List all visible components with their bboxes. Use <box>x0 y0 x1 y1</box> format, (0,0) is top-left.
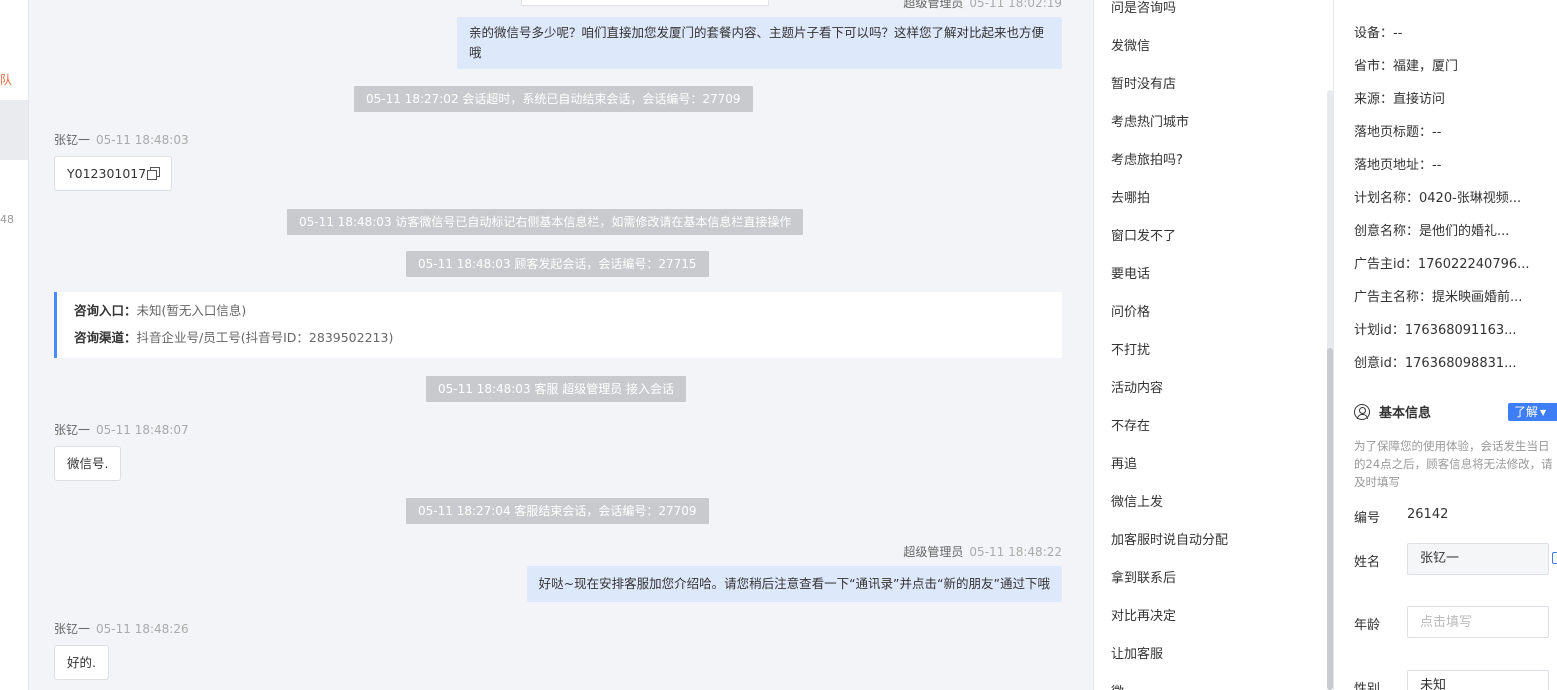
consult-info-card: 咨询入口：未知(暂无入口信息) 咨询渠道：抖音企业号/员工号(抖音号ID：283… <box>54 292 1062 358</box>
quick-reply-item[interactable]: 问价格 <box>1111 301 1150 320</box>
info-row-device: 设备：-- <box>1354 26 1403 41</box>
number-label: 编号 <box>1354 511 1381 526</box>
edit-notice: 为了保障您的使用体验，会话发生当日的24点之后，顾客信息将无法修改，请及时填写 <box>1354 439 1553 489</box>
consult-entry-label: 咨询入口： <box>74 303 137 318</box>
conversation-time-fragment: 48 <box>0 213 14 226</box>
quick-reply-item[interactable]: 加客服时说自动分配 <box>1111 529 1228 548</box>
quick-reply-item[interactable]: 窗口发不了 <box>1111 225 1176 244</box>
age-input[interactable] <box>1407 606 1549 638</box>
message-text: Y012301017 <box>67 166 147 181</box>
learn-more-button[interactable]: 了解 ▼ <box>1508 403 1557 421</box>
quick-reply-item[interactable]: 拿到联系后 <box>1111 567 1176 586</box>
consult-channel-value: 抖音企业号/员工号(抖音号ID：2839502213) <box>136 330 394 345</box>
info-row-source: 来源：直接访问 <box>1354 92 1446 107</box>
system-message: 05-11 18:27:04 客服结束会话，会话编号：27709 <box>406 498 709 524</box>
quick-reply-item[interactable]: 活动内容 <box>1111 377 1163 396</box>
system-message: 05-11 18:48:03 顾客发起会话，会话编号：27715 <box>406 251 709 277</box>
message-time: 05-11 18:48:22 <box>969 545 1062 559</box>
copy-icon[interactable] <box>1552 552 1557 564</box>
info-row-plan-id: 计划id：176368091163... <box>1354 323 1517 338</box>
info-row-landing-title: 落地页标题：-- <box>1354 125 1442 140</box>
age-label: 年龄 <box>1354 618 1381 633</box>
message-meta: 超级管理员 05-11 18:02:19 <box>903 0 1062 11</box>
user-message-bubble: Y012301017 <box>54 156 173 191</box>
consult-channel-label: 咨询渠道： <box>74 330 137 345</box>
message-time: 05-11 18:02:19 <box>969 0 1062 10</box>
message-meta: 张钇一 05-11 18:48:07 <box>54 421 189 438</box>
user-message-bubble: 好的. <box>54 645 109 680</box>
quick-reply-item[interactable]: 去哪拍 <box>1111 187 1150 206</box>
sender-name: 张钇一 <box>54 133 91 147</box>
quick-reply-item[interactable]: 再追 <box>1111 453 1137 472</box>
gender-label: 性别 <box>1354 682 1381 690</box>
info-row-landing-url: 落地页地址：-- <box>1354 158 1442 173</box>
message-meta: 超级管理员 05-11 18:48:22 <box>903 543 1062 560</box>
queue-tab-fragment[interactable]: 队 <box>0 71 12 88</box>
sender-name: 超级管理员 <box>903 0 964 10</box>
previous-card-edge <box>521 0 769 6</box>
basic-info-header: 基本信息 <box>1354 402 1431 421</box>
quick-reply-panel: 问是咨询吗 发微信 暂时没有店 考虑热门城市 考虑旅拍吗? 去哪拍 窗口发不了 … <box>1093 0 1333 690</box>
consult-entry-row: 咨询入口：未知(暂无入口信息) <box>74 303 1062 330</box>
message-time: 05-11 18:48:03 <box>96 133 189 147</box>
info-row-advertiser-id: 广告主id：176022240796... <box>1354 257 1530 272</box>
info-row-region: 省市：福建，厦门 <box>1354 59 1459 74</box>
message-meta: 张钇一 05-11 18:48:26 <box>54 620 189 637</box>
quick-reply-item[interactable]: 微信上发 <box>1111 491 1163 510</box>
message-time: 05-11 18:48:26 <box>96 622 189 636</box>
quick-reply-item[interactable]: 暂时没有店 <box>1111 73 1176 92</box>
info-row-plan-name: 计划名称：0420-张琳视频... <box>1354 191 1522 206</box>
system-message: 05-11 18:48:03 访客微信号已自动标记右侧基本信息栏，如需修改请在基… <box>287 209 804 235</box>
chat-panel: 超级管理员 05-11 18:02:19 亲的微信号多少呢？咱们直接加您发厦门的套… <box>29 0 1093 690</box>
quick-reply-item[interactable]: 考虑旅拍吗? <box>1111 149 1183 168</box>
agent-message-bubble: 亲的微信号多少呢？咱们直接加您发厦门的套餐内容、主题片子看下可以吗？这样您了解对… <box>457 17 1062 69</box>
quick-reply-item[interactable]: 发微信 <box>1111 35 1150 54</box>
sender-name: 超级管理员 <box>903 545 964 559</box>
basic-info-title: 基本信息 <box>1379 406 1432 421</box>
quick-reply-item[interactable]: 要电话 <box>1111 263 1150 282</box>
quick-reply-item[interactable]: 不存在 <box>1111 415 1150 434</box>
consult-channel-row: 咨询渠道：抖音企业号/员工号(抖音号ID：2839502213) <box>74 330 1062 357</box>
info-row-creative-name: 创意名称：是他们的婚礼... <box>1354 224 1510 239</box>
message-time: 05-11 18:48:07 <box>96 423 189 437</box>
caret-down-icon: ▼ <box>1540 408 1547 417</box>
quick-reply-item[interactable]: 不打扰 <box>1111 339 1150 358</box>
quick-reply-item[interactable]: 考虑热门城市 <box>1111 111 1189 130</box>
sender-name: 张钇一 <box>54 622 91 636</box>
quick-reply-item[interactable]: 问是咨询吗 <box>1111 0 1176 16</box>
agent-message-bubble: 好哒~现在安排客服加您介绍哈。请您稍后注意查看一下“通讯录”并点击“新的朋友”通… <box>526 566 1062 602</box>
quick-reply-item[interactable]: 微 <box>1111 681 1124 690</box>
copy-icon[interactable] <box>147 167 161 180</box>
user-message-bubble: 微信号. <box>54 446 122 481</box>
name-field[interactable]: 张钇一 <box>1407 543 1549 575</box>
name-label: 姓名 <box>1354 555 1381 570</box>
visitor-info-panel: 设备：-- 省市：福建，厦门 来源：直接访问 落地页标题：-- 落地页地址：--… <box>1333 0 1557 690</box>
info-row-advertiser-name: 广告主名称：提米映画婚前... <box>1354 290 1523 305</box>
number-value: 26142 <box>1407 507 1449 522</box>
quick-reply-item[interactable]: 对比再决定 <box>1111 605 1176 624</box>
system-message: 05-11 18:27:02 会话超时，系统已自动结束会话，会话编号：27709 <box>354 86 753 112</box>
info-row-creative-id: 创意id：176368098831... <box>1354 356 1517 371</box>
consult-entry-value: 未知(暂无入口信息) <box>136 303 247 318</box>
system-message: 05-11 18:48:03 客服 超级管理员 接入会话 <box>426 376 687 402</box>
sender-name: 张钇一 <box>54 423 91 437</box>
message-text: 微信号. <box>67 456 109 471</box>
conversation-list-edge: 队 48 <box>0 0 29 690</box>
user-icon <box>1354 403 1370 420</box>
conversation-list-item[interactable]: 48 <box>0 100 28 226</box>
gender-select[interactable]: 未知 <box>1407 670 1549 690</box>
quick-reply-item[interactable]: 让加客服 <box>1111 643 1163 662</box>
message-text: 好的. <box>67 655 96 670</box>
message-meta: 张钇一 05-11 18:48:03 <box>54 131 189 148</box>
